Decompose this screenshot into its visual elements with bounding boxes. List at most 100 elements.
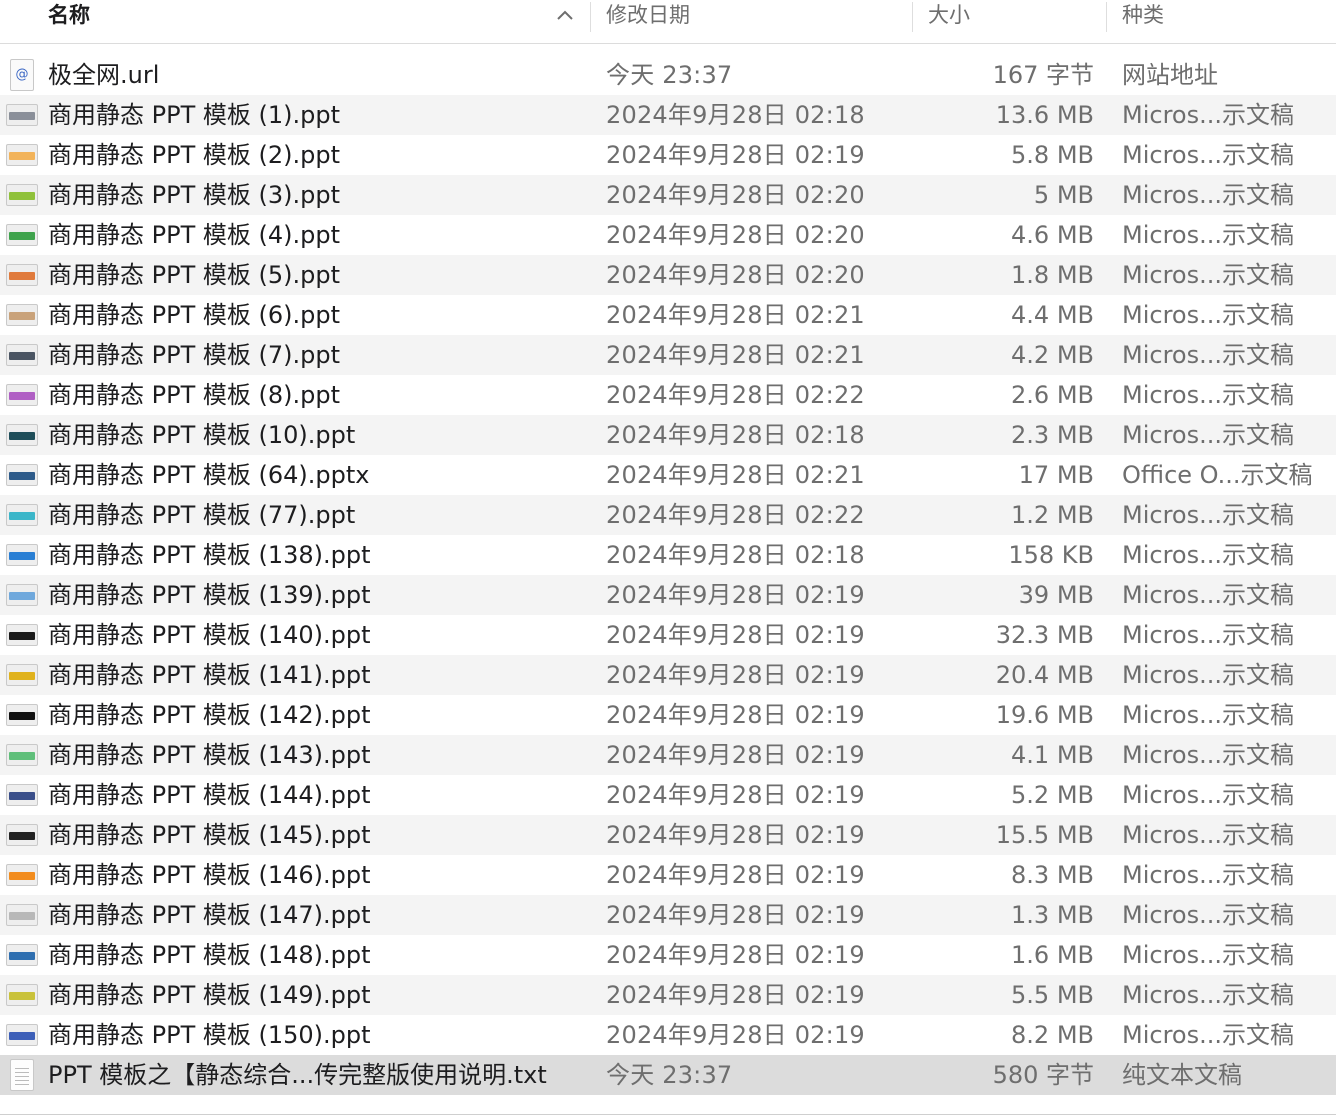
file-row[interactable]: 商用静态 PPT 模板 (77).ppt 2024年9月28日 02:22 1.2 … [0, 495, 1336, 535]
file-kind: Micros...示文稿 [1122, 381, 1294, 409]
file-modified-date: 今天 23:37 [606, 61, 733, 89]
file-name: 商用静态 PPT 模板 (7).ppt [48, 341, 340, 369]
file-row[interactable]: 商用静态 PPT 模板 (142).ppt 2024年9月28日 02:19 19.… [0, 695, 1336, 735]
file-row[interactable]: 商用静态 PPT 模板 (139).ppt 2024年9月28日 02:19 39 … [0, 575, 1336, 615]
file-kind: Micros...示文稿 [1122, 741, 1294, 769]
file-name: 商用静态 PPT 模板 (5).ppt [48, 261, 340, 289]
file-row[interactable]: 商用静态 PPT 模板 (149).ppt 2024年9月28日 02:19 5.5… [0, 975, 1336, 1015]
file-kind: Micros...示文稿 [1122, 181, 1294, 209]
ppt-thumbnail-icon [6, 864, 38, 886]
file-kind: Micros...示文稿 [1122, 661, 1294, 689]
file-kind: Micros...示文稿 [1122, 301, 1294, 329]
file-name: 商用静态 PPT 模板 (3).ppt [48, 181, 340, 209]
file-size: 5 MB [1033, 181, 1094, 209]
finder-list-view: 名称 修改日期 大小 种类 @ 极全网.url 今天 23:37 167 字节 网站地址… [0, 0, 1336, 1116]
file-modified-date: 2024年9月28日 02:21 [606, 461, 865, 489]
file-kind: Micros...示文稿 [1122, 901, 1294, 929]
ppt-thumbnail-icon [6, 944, 38, 966]
column-divider[interactable] [590, 2, 591, 32]
ppt-thumbnail-icon [6, 664, 38, 686]
file-name: 商用静态 PPT 模板 (148).ppt [48, 941, 371, 969]
file-row[interactable]: 商用静态 PPT 模板 (150).ppt 2024年9月28日 02:19 8.2… [0, 1015, 1336, 1055]
file-modified-date: 2024年9月28日 02:19 [606, 701, 865, 729]
ppt-thumbnail-icon [6, 184, 38, 206]
sort-ascending-chevron-icon[interactable] [556, 8, 574, 22]
file-row[interactable]: PPT 模板之【静态综合...传完整版使用说明.txt 今天 23:37 580 字… [0, 1055, 1336, 1095]
file-name: 商用静态 PPT 模板 (6).ppt [48, 301, 340, 329]
file-list: @ 极全网.url 今天 23:37 167 字节 网站地址 商用静态 PPT 模板 (1… [0, 55, 1336, 1095]
file-modified-date: 2024年9月28日 02:19 [606, 901, 865, 929]
column-header-size[interactable]: 大小 [928, 0, 970, 31]
file-modified-date: 2024年9月28日 02:19 [606, 1021, 865, 1049]
file-size: 1.6 MB [1011, 941, 1094, 969]
file-name: 商用静态 PPT 模板 (143).ppt [48, 741, 371, 769]
ppt-thumbnail-icon [6, 784, 38, 806]
file-size: 19.6 MB [995, 701, 1094, 729]
file-row[interactable]: 商用静态 PPT 模板 (141).ppt 2024年9月28日 02:19 20.… [0, 655, 1336, 695]
file-size: 4.4 MB [1011, 301, 1094, 329]
file-row[interactable]: 商用静态 PPT 模板 (144).ppt 2024年9月28日 02:19 5.2… [0, 775, 1336, 815]
column-header-name[interactable]: 名称 [48, 0, 90, 31]
file-kind: Micros...示文稿 [1122, 621, 1294, 649]
file-row[interactable]: 商用静态 PPT 模板 (7).ppt 2024年9月28日 02:21 4.2 M… [0, 335, 1336, 375]
file-kind: Micros...示文稿 [1122, 1021, 1294, 1049]
file-row[interactable]: 商用静态 PPT 模板 (143).ppt 2024年9月28日 02:19 4.1… [0, 735, 1336, 775]
file-row[interactable]: 商用静态 PPT 模板 (145).ppt 2024年9月28日 02:19 15.… [0, 815, 1336, 855]
file-row[interactable]: 商用静态 PPT 模板 (4).ppt 2024年9月28日 02:20 4.6 M… [0, 215, 1336, 255]
file-modified-date: 2024年9月28日 02:19 [606, 581, 865, 609]
ppt-thumbnail-icon [6, 144, 38, 166]
file-modified-date: 2024年9月28日 02:19 [606, 981, 865, 1009]
file-row[interactable]: 商用静态 PPT 模板 (140).ppt 2024年9月28日 02:19 32.… [0, 615, 1336, 655]
file-row[interactable]: 商用静态 PPT 模板 (2).ppt 2024年9月28日 02:19 5.8 M… [0, 135, 1336, 175]
file-size: 20.4 MB [995, 661, 1094, 689]
file-size: 8.2 MB [1011, 1021, 1094, 1049]
ppt-thumbnail-icon [6, 304, 38, 326]
column-header-kind[interactable]: 种类 [1122, 0, 1164, 31]
ppt-thumbnail-icon [6, 424, 38, 446]
file-kind: Office O...示文稿 [1122, 461, 1313, 489]
file-modified-date: 2024年9月28日 02:18 [606, 541, 865, 569]
file-row[interactable]: 商用静态 PPT 模板 (147).ppt 2024年9月28日 02:19 1.3… [0, 895, 1336, 935]
file-modified-date: 2024年9月28日 02:19 [606, 741, 865, 769]
file-size: 5.8 MB [1011, 141, 1094, 169]
file-size: 8.3 MB [1011, 861, 1094, 889]
file-row[interactable]: 商用静态 PPT 模板 (10).ppt 2024年9月28日 02:18 2.3 … [0, 415, 1336, 455]
file-row[interactable]: 商用静态 PPT 模板 (64).pptx 2024年9月28日 02:21 17 … [0, 455, 1336, 495]
column-header-date[interactable]: 修改日期 [606, 0, 690, 31]
file-name: 商用静态 PPT 模板 (10).ppt [48, 421, 356, 449]
file-row[interactable]: 商用静态 PPT 模板 (6).ppt 2024年9月28日 02:21 4.4 M… [0, 295, 1336, 335]
file-row[interactable]: 商用静态 PPT 模板 (138).ppt 2024年9月28日 02:18 158… [0, 535, 1336, 575]
ppt-thumbnail-icon [6, 544, 38, 566]
column-divider[interactable] [912, 2, 913, 32]
file-row[interactable]: 商用静态 PPT 模板 (8).ppt 2024年9月28日 02:22 2.6 M… [0, 375, 1336, 415]
file-name: 商用静态 PPT 模板 (4).ppt [48, 221, 340, 249]
file-modified-date: 2024年9月28日 02:22 [606, 381, 865, 409]
file-size: 4.6 MB [1011, 221, 1094, 249]
file-size: 1.3 MB [1011, 901, 1094, 929]
ppt-thumbnail-icon [6, 1024, 38, 1046]
file-name: 商用静态 PPT 模板 (77).ppt [48, 501, 356, 529]
text-file-icon [10, 1059, 34, 1091]
file-size: 580 字节 [992, 1061, 1094, 1089]
file-modified-date: 2024年9月28日 02:21 [606, 301, 865, 329]
file-modified-date: 2024年9月28日 02:20 [606, 261, 865, 289]
file-name: 商用静态 PPT 模板 (139).ppt [48, 581, 371, 609]
file-size: 13.6 MB [995, 101, 1094, 129]
file-row[interactable]: 商用静态 PPT 模板 (5).ppt 2024年9月28日 02:20 1.8 M… [0, 255, 1336, 295]
file-size: 167 字节 [992, 61, 1094, 89]
file-row[interactable]: 商用静态 PPT 模板 (3).ppt 2024年9月28日 02:20 5 MB M… [0, 175, 1336, 215]
column-divider[interactable] [1106, 2, 1107, 32]
file-name: 商用静态 PPT 模板 (149).ppt [48, 981, 371, 1009]
file-row[interactable]: @ 极全网.url 今天 23:37 167 字节 网站地址 [0, 55, 1336, 95]
file-row[interactable]: 商用静态 PPT 模板 (146).ppt 2024年9月28日 02:19 8.3… [0, 855, 1336, 895]
file-name: 商用静态 PPT 模板 (145).ppt [48, 821, 371, 849]
file-name: 商用静态 PPT 模板 (1).ppt [48, 101, 340, 129]
file-row[interactable]: 商用静态 PPT 模板 (148).ppt 2024年9月28日 02:19 1.6… [0, 935, 1336, 975]
ppt-thumbnail-icon [6, 384, 38, 406]
file-kind: Micros...示文稿 [1122, 421, 1294, 449]
file-row[interactable]: 商用静态 PPT 模板 (1).ppt 2024年9月28日 02:18 13.6 … [0, 95, 1336, 135]
file-modified-date: 2024年9月28日 02:20 [606, 221, 865, 249]
file-modified-date: 2024年9月28日 02:19 [606, 621, 865, 649]
ppt-thumbnail-icon [6, 344, 38, 366]
file-modified-date: 2024年9月28日 02:18 [606, 101, 865, 129]
